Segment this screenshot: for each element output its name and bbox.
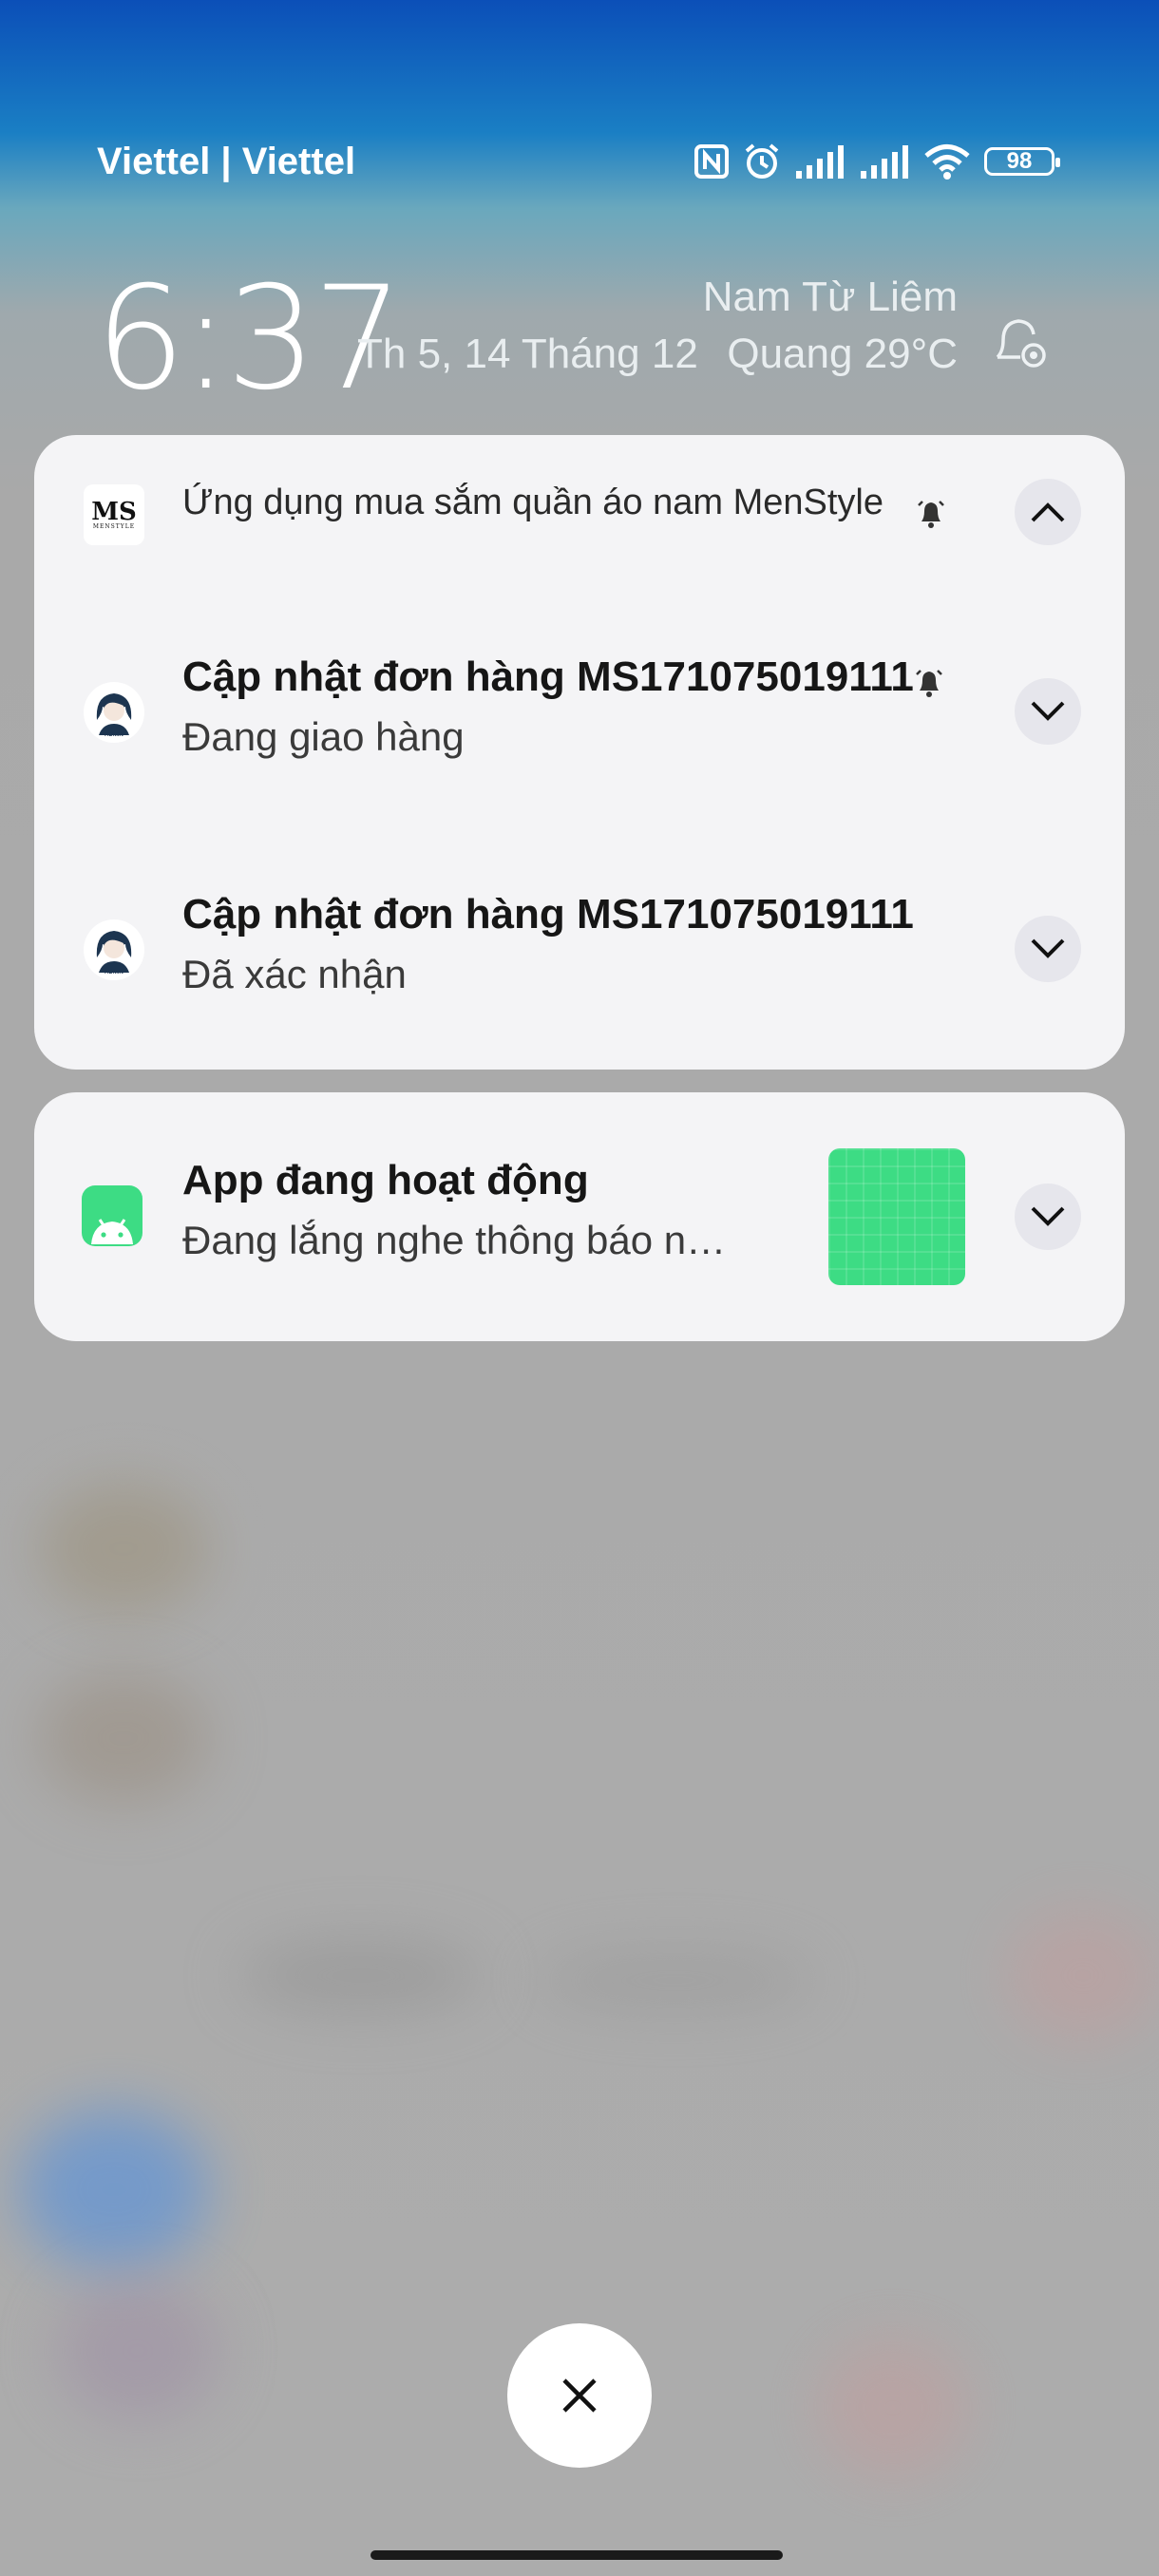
android-icon: [91, 1219, 133, 1244]
weather-location: Nam Từ Liêm: [702, 274, 958, 320]
alarm-icon: [745, 143, 779, 179]
bell-icon: [918, 501, 944, 528]
collapse-button[interactable]: [1015, 479, 1081, 545]
service-notification-card[interactable]: App đang hoạt động Đang lắng nghe thông …: [34, 1092, 1125, 1341]
chevron-down-icon: [1031, 701, 1065, 721]
service-body: Đang lắng nghe thông báo n…: [182, 1218, 727, 1262]
background-blur: [57, 2280, 218, 2422]
avatar: ADMIN: [84, 682, 144, 743]
expand-button[interactable]: [1015, 678, 1081, 745]
background-blur: [38, 1482, 209, 1615]
signal-icon: [796, 145, 844, 179]
background-blur: [238, 1938, 484, 2014]
notification-thumbnail: [828, 1148, 965, 1285]
close-icon: [562, 2378, 597, 2413]
background-blur: [532, 1947, 817, 2014]
app-icon-subtext: MENSTYLE: [92, 523, 136, 530]
clock[interactable]: 6:37: [95, 256, 404, 422]
notification-body: Đã xác nhận: [182, 952, 407, 996]
notification-settings-button[interactable]: [986, 310, 1053, 376]
service-title: App đang hoạt động: [182, 1157, 589, 1203]
battery-icon: 98: [984, 147, 1060, 176]
background-blur: [19, 2109, 209, 2270]
status-bar: Viettel | Viettel 98: [0, 0, 1159, 182]
wifi-icon: [924, 144, 970, 180]
android-app-icon: [82, 1185, 142, 1246]
avatar-label: ADMIN: [104, 970, 124, 975]
nfc-icon: [694, 144, 729, 179]
bell-icon: [916, 670, 942, 697]
signal-icon: [861, 145, 908, 179]
chevron-down-icon: [1031, 1206, 1065, 1226]
carrier-label: Viettel | Viettel: [97, 141, 356, 182]
expand-button[interactable]: [1015, 916, 1081, 982]
notification-body: Đang giao hàng: [182, 714, 465, 759]
avatar-label: ADMIN: [104, 732, 124, 738]
notification-group-card[interactable]: MS MENSTYLE Ứng dụng mua sắm quần áo nam…: [34, 435, 1125, 1070]
notification-title: Cập nhật đơn hàng MS171075019111: [182, 891, 914, 938]
home-indicator[interactable]: [370, 2550, 783, 2560]
expand-button[interactable]: [1015, 1184, 1081, 1250]
chevron-up-icon: [1031, 502, 1065, 522]
background-blur: [1007, 1909, 1159, 2042]
background-blur: [38, 1672, 209, 1805]
clear-all-button[interactable]: [507, 2323, 652, 2468]
chevron-down-icon: [1031, 938, 1065, 958]
weather-label[interactable]: Quang 29°C: [727, 331, 958, 378]
notification-app-name: Ứng dụng mua sắm quần áo nam MenStyle: [182, 483, 884, 522]
bell-settings-icon: [996, 319, 1046, 368]
avatar: ADMIN: [84, 919, 144, 980]
notification-title: Cập nhật đơn hàng MS171075019111: [182, 653, 914, 700]
app-icon-text: MS: [91, 498, 137, 526]
status-icons: 98: [694, 142, 1060, 180]
background-blur: [817, 2337, 969, 2479]
app-icon: MS MENSTYLE: [84, 484, 144, 545]
date-label[interactable]: Th 5, 14 Tháng 12: [357, 331, 698, 378]
